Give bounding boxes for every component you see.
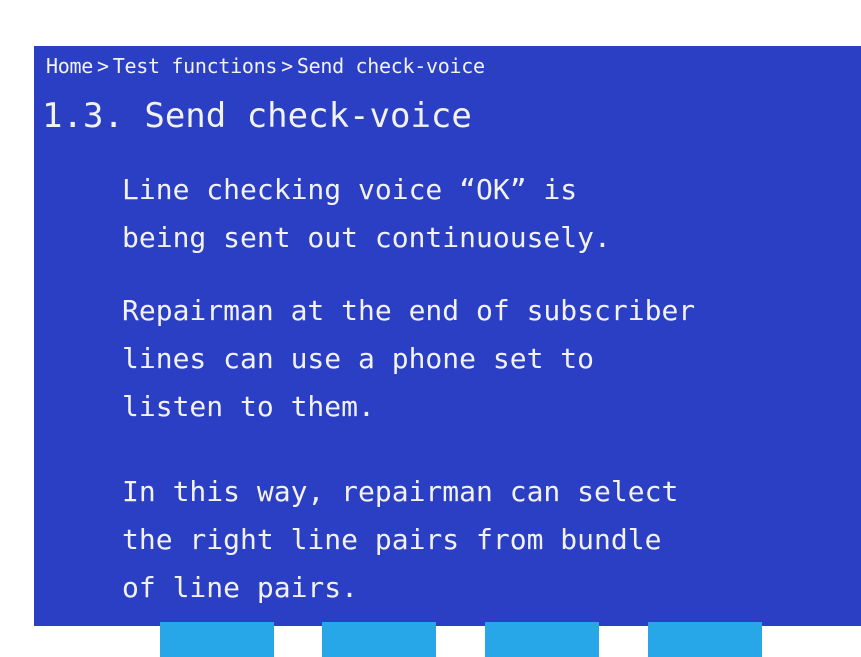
description-paragraph-3: In this way, repairman can select the ri… [122,475,679,604]
description-paragraph-2: Repairman at the end of subscriber lines… [122,294,696,423]
device-screen: Home > Test functions > Send check-voice 1.3… [34,46,861,626]
breadcrumb-separator: > [281,54,293,78]
breadcrumb-separator: > [96,54,109,78]
softkey-button-1[interactable] [160,622,274,657]
breadcrumb: Home > Test functions > Send check-voice [46,54,485,78]
softkey-button-2[interactable] [322,622,436,657]
page-title: 1.3. Send check-voice [42,96,472,136]
breadcrumb-test-functions[interactable]: Test functions [113,54,278,78]
breadcrumb-home[interactable]: Home [46,54,93,78]
softkey-button-3[interactable] [485,622,599,657]
breadcrumb-current-page: Send check-voice [296,54,485,78]
softkey-button-4[interactable] [648,622,762,657]
softkey-bar [0,622,861,657]
description-paragraph-1: Line checking voice “OK” is being sent o… [122,173,611,254]
